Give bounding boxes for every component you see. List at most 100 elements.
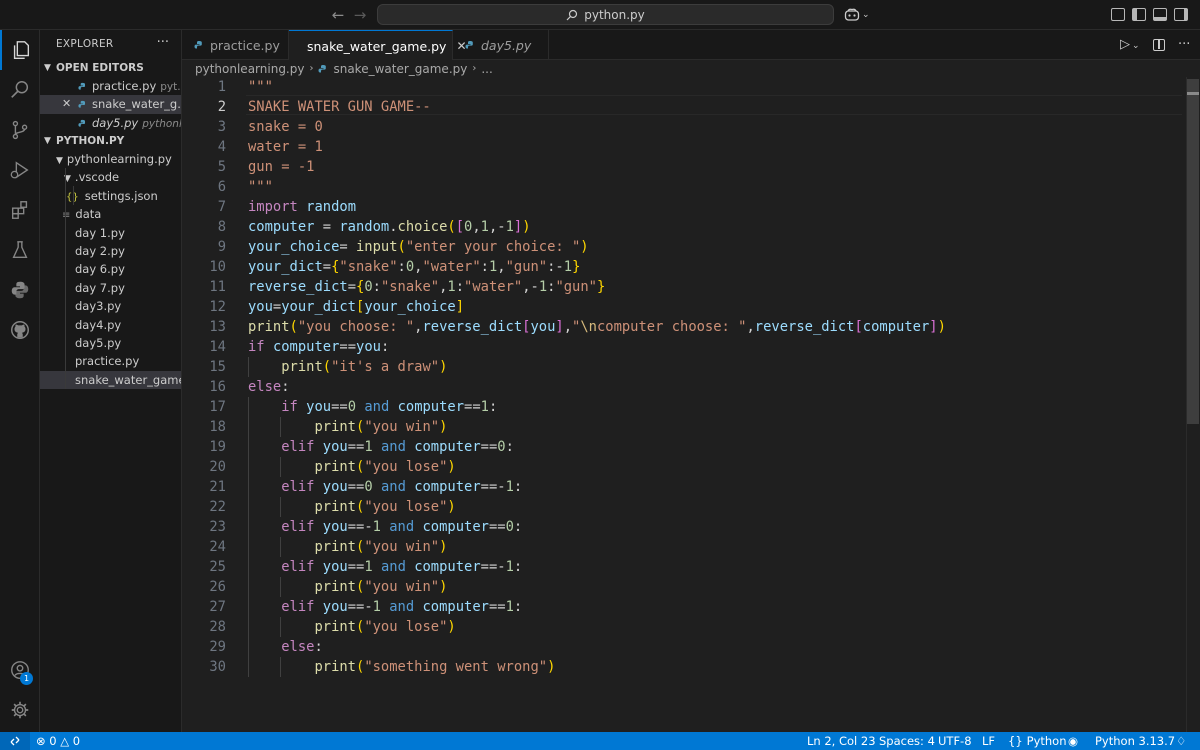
code-line[interactable]: print("you win") [248,537,447,557]
notifications-bell-icon[interactable]: ♢ [1176,732,1186,750]
folder-item[interactable]: ▼ pythonlearning.py [40,150,181,168]
code-line[interactable]: gun = -1 [248,157,314,177]
command-center-search[interactable]: python.py [377,4,834,25]
code-line[interactable]: elif you==1 and computer==0: [248,437,514,457]
source-control-icon[interactable] [0,110,40,150]
activity-bar: 1 [0,30,40,732]
project-header[interactable]: ▼ PYTHON.PY [40,131,182,151]
copilot-icon[interactable]: ⌄ [844,6,872,24]
layout-customize-icon[interactable] [1111,8,1125,21]
line-number: 29 [209,639,226,655]
run-and-debug-icon[interactable] [0,150,40,190]
code-line[interactable]: print("you lose") [248,497,455,517]
indentation[interactable]: Spaces: 4 [879,732,935,750]
more-actions-icon[interactable]: ··· [1178,37,1190,52]
line-ending[interactable]: LF [982,732,995,750]
breadcrumb-file[interactable]: snake_water_game.py [333,62,467,76]
file-item-active[interactable]: snake_water_game... [40,370,181,390]
file-item[interactable]: {}settings.json [40,187,181,205]
code-line[interactable]: computer = random.choice([0,1,-1]) [248,217,531,237]
line-number: 24 [209,539,226,555]
code-line[interactable]: your_dict={"snake":0,"water":1,"gun":-1} [248,257,580,277]
open-editor-item[interactable]: day5.pypythonl... [40,114,181,132]
split-editor-icon[interactable] [1153,39,1165,51]
breadcrumb-folder[interactable]: pythonlearning.py [195,62,304,76]
toggle-primary-sidebar-icon[interactable] [1132,8,1146,21]
run-icon[interactable]: ▷ ⌄ [1120,37,1140,52]
code-line[interactable]: print("you win") [248,577,447,597]
python-interpreter[interactable]: Python 3.13.7 [1095,732,1175,750]
code-line[interactable]: you=your_dict[your_choice] [248,297,464,317]
line-number: 30 [209,659,226,675]
testing-flask-icon[interactable] [0,230,40,270]
explorer-icon[interactable] [0,30,40,70]
line-number: 3 [217,119,226,135]
code-line[interactable]: print("it's a draw") [248,357,447,377]
code-line[interactable]: else: [248,377,290,397]
code-line[interactable]: import random [248,197,356,217]
python-icon[interactable] [0,270,40,310]
line-number: 19 [209,439,226,455]
code-editor[interactable]: 1 2 3 4 5 6 7 8 9 10 11 12 13 14 15 16 17 18 19 20 21 22 23 24 2… [182,77,1200,732]
more-actions-icon[interactable]: ··· [157,35,169,50]
open-editors-header[interactable]: ▼ OPEN EDITORS [40,58,182,78]
github-icon[interactable] [0,310,40,350]
vertical-scrollbar[interactable] [1186,77,1200,732]
code-line[interactable]: elif you==1 and computer==-1: [248,557,522,577]
code-line[interactable]: print("you lose") [248,617,455,637]
remote-icon[interactable] [0,732,30,750]
code-line[interactable]: print("you win") [248,417,447,437]
code-line[interactable]: """ [248,77,273,97]
tab-snake-water-game[interactable]: snake_water_game.py ✕ [289,30,467,61]
code-line[interactable]: print("something went wrong") [248,657,555,677]
code-line[interactable]: elif you==-1 and computer==0: [248,517,522,537]
open-editor-item-active[interactable]: ✕ snake_water_g... [40,95,181,114]
code-line[interactable]: SNAKE WATER GUN GAME-- [248,97,431,117]
code-line[interactable]: your_choice= input("enter your choice: "… [248,237,589,257]
line-number: 28 [209,619,226,635]
code-line[interactable]: print("you choose: ",reverse_dict[you],"… [248,317,946,337]
file-item[interactable]: day 2.py [40,242,181,260]
code-line[interactable]: if you==0 and computer==1: [248,397,497,417]
line-number: 21 [209,479,226,495]
folder-item[interactable]: ▼ .vscode [40,168,181,186]
search-icon[interactable] [0,70,40,110]
file-item[interactable]: day 6.py [40,260,181,278]
toggle-panel-icon[interactable] [1153,8,1167,21]
tab-practice[interactable]: practice.py [182,30,289,60]
file-item[interactable]: day 7.py [40,279,181,297]
cursor-position[interactable]: Ln 2, Col 23 [807,732,876,750]
file-item[interactable]: day4.py [40,316,181,334]
back-arrow-icon[interactable]: ← [329,6,347,24]
code-line[interactable]: elif you==0 and computer==-1: [248,477,522,497]
code-line[interactable]: if computer==you: [248,337,389,357]
accounts-icon[interactable]: 1 [0,650,40,690]
file-item[interactable]: day 1.py [40,224,181,242]
line-number: 17 [209,399,226,415]
code-line[interactable]: water = 1 [248,137,323,157]
problems-indicator[interactable]: ⊗ 0 △ 0 [36,732,80,750]
toggle-secondary-sidebar-icon[interactable] [1174,8,1188,21]
file-item[interactable]: practice.py [40,352,181,370]
code-line[interactable]: snake = 0 [248,117,323,137]
gear-icon[interactable] [0,690,40,730]
file-item[interactable]: day3.py [40,297,181,315]
code-line[interactable]: reverse_dict={0:"snake",1:"water",-1:"gu… [248,277,605,297]
language-mode[interactable]: {} Python [1008,732,1067,750]
code-line[interactable]: """ [248,177,273,197]
close-icon[interactable]: ✕ [62,95,71,113]
code-line[interactable]: elif you==-1 and computer==1: [248,597,522,617]
tab-day5[interactable]: day5.py [453,30,549,60]
file-item[interactable]: ≡ data [40,205,181,223]
code-line[interactable]: print("you lose") [248,457,455,477]
code-line[interactable]: else: [248,637,323,657]
open-editor-item[interactable]: practice.pypyt... [40,77,181,95]
file-item[interactable]: day5.py [40,334,181,352]
line-number: 18 [209,419,226,435]
extensions-icon[interactable] [0,190,40,230]
forward-arrow-icon[interactable]: → [351,6,369,24]
encoding[interactable]: UTF-8 [938,732,972,750]
scrollbar-thumb[interactable] [1187,79,1199,424]
copilot-status-icon[interactable]: ◉ [1068,732,1078,750]
breadcrumb-symbol[interactable]: ... [481,62,492,76]
